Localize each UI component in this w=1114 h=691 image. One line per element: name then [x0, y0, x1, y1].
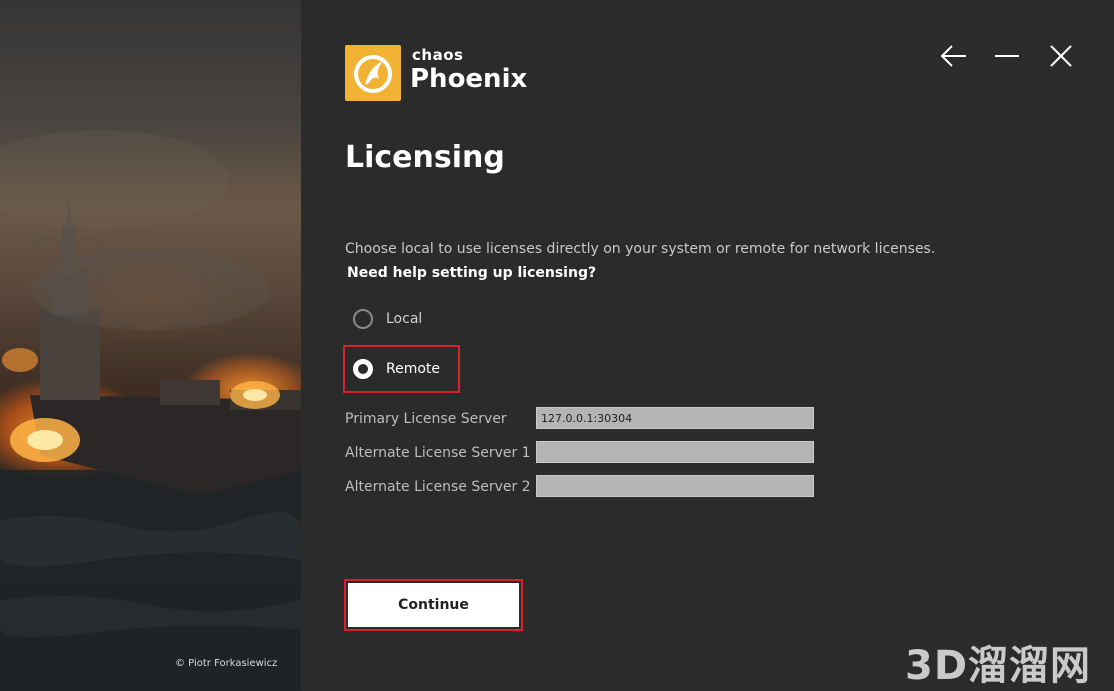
alternate-server-1-row: Alternate License Server 1 [345, 441, 814, 465]
local-radio-option[interactable]: Local [353, 305, 422, 333]
remote-radio-label: Remote [386, 361, 441, 377]
arrow-left-icon [940, 45, 966, 67]
alternate-server-2-label: Alternate License Server 2 [345, 479, 531, 495]
continue-button[interactable]: Continue [348, 583, 519, 627]
phoenix-logo [345, 45, 401, 101]
phoenix-bird-icon [354, 55, 392, 93]
licensing-help-link[interactable]: Need help setting up licensing? [347, 265, 596, 281]
watermark: 3D溜溜网 [905, 643, 1092, 689]
background-artwork: © Piotr Forkasiewicz [0, 0, 301, 691]
warship-illustration [0, 130, 301, 691]
primary-server-input[interactable] [536, 407, 814, 429]
alternate-server-2-input[interactable] [536, 475, 814, 497]
brand-product: Phoenix [410, 64, 528, 94]
primary-server-row: Primary License Server [345, 407, 814, 431]
brand-company: chaos [412, 46, 464, 64]
page-title: Licensing [345, 140, 505, 175]
remote-radio-option[interactable]: Remote [353, 355, 440, 383]
close-icon [1050, 45, 1072, 67]
back-button[interactable] [938, 40, 970, 72]
minimize-icon [995, 55, 1019, 57]
artwork-credit: © Piotr Forkasiewicz [175, 658, 278, 669]
minimize-button[interactable] [991, 40, 1023, 72]
licensing-description: Choose local to use licenses directly on… [345, 241, 936, 257]
remote-radio-button[interactable] [353, 359, 373, 379]
close-button[interactable] [1045, 40, 1077, 72]
alternate-server-2-row: Alternate License Server 2 [345, 475, 814, 499]
alternate-server-1-label: Alternate License Server 1 [345, 445, 531, 461]
local-radio-button[interactable] [353, 309, 373, 329]
primary-server-label: Primary License Server [345, 411, 507, 427]
local-radio-label: Local [386, 311, 423, 327]
alternate-server-1-input[interactable] [536, 441, 814, 463]
